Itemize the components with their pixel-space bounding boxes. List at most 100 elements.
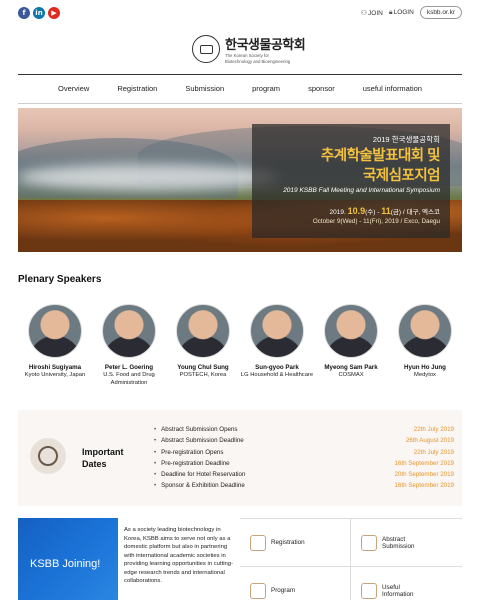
login-label: LOGIN — [393, 8, 414, 16]
alarm-clock-icon — [30, 438, 66, 474]
speaker-card[interactable]: Myeong Sam Park COSMAX — [314, 304, 388, 387]
hero-date-korean: 2019. 10.9(수) - 11(금) / 대구, 엑스코 — [252, 206, 440, 216]
date-value: 22th July 2019 — [413, 426, 454, 433]
date-label: Sponsor & Exhibition Deadline — [154, 480, 245, 491]
speaker-affiliation: LG Household & Healthcare — [240, 372, 314, 378]
important-dates-title-line1: Important — [82, 447, 124, 457]
user-icon: ⚇ — [360, 9, 368, 17]
date-value: 16th September 2019 — [394, 459, 454, 467]
important-dates-section: Important Dates Abstract Submission Open… — [18, 410, 462, 506]
hero-date-end: 11 — [381, 206, 391, 217]
speaker-photo — [324, 304, 378, 358]
date-label: Abstract Submission Deadline — [154, 435, 244, 446]
info-icon — [361, 582, 377, 599]
list-item: Deadline for Hotel Reservation 20th Septe… — [154, 469, 454, 480]
speaker-affiliation: Kyoto University, Japan — [24, 372, 86, 378]
dates-list: Abstract Submission Opens22th July 2019 … — [154, 424, 454, 492]
hero-date-english: October 9(Wed) - 11(Fri), 2019 / Exco, D… — [312, 218, 440, 226]
date-label: Abstract Submission Opens — [154, 424, 237, 435]
speaker-card[interactable]: Hyun Ho Jung Medytox — [388, 304, 462, 387]
speakers-section-title: Plenary Speakers — [18, 274, 102, 285]
hero-text-panel: 2019 한국생물공학회 추계학술발표대회 및 국제심포지엄 2019 KSBB… — [252, 124, 450, 238]
speaker-photo — [250, 304, 304, 358]
ksbb-joining-label: KSBB Joining! — [30, 558, 101, 570]
quick-link-abstract-submission[interactable]: Abstract Submission — [351, 519, 462, 567]
social-links: f in ▶ — [18, 7, 60, 19]
speaker-affiliation: U.S. Food and Drug Administration — [103, 372, 155, 386]
hero-date-prefix: 2019. — [329, 209, 346, 217]
quick-link-label: Program — [271, 587, 296, 594]
speaker-name: Young Chul Sung — [177, 364, 229, 371]
logo-korean-name: 한국생물공학회 — [225, 37, 306, 52]
speaker-photo — [28, 304, 82, 358]
logo-english-name-line2: Biotechnology and Bioengineering — [225, 58, 291, 64]
list-item: Pre-registration Deadline 16th September … — [154, 458, 454, 469]
date-label: Pre-registration Deadline — [154, 458, 229, 469]
linkedin-icon[interactable]: in — [33, 7, 45, 19]
hero-title-line1: 추계학술발표대회 및 — [320, 148, 441, 164]
ksbb-joining-banner[interactable]: KSBB Joining! — [18, 518, 118, 600]
speaker-card[interactable]: Sun-gyoo Park LG Household & Healthcare — [240, 304, 314, 387]
lock-icon: 🔒︎ — [388, 8, 393, 16]
facebook-icon[interactable]: f — [18, 7, 30, 19]
speaker-affiliation: Medytox — [414, 372, 436, 378]
quick-link-label: Useful Information — [382, 583, 414, 598]
speaker-name: Sun-gyoo Park — [255, 364, 299, 371]
speaker-affiliation: COSMAX — [338, 372, 364, 378]
quick-link-registration[interactable]: Registration — [240, 519, 351, 567]
date-value: 16th September 2019 — [394, 482, 454, 490]
program-icon — [250, 582, 266, 599]
hero-date-mid: (수) - — [365, 209, 382, 217]
hero-event-line: 2019 한국생물공학회 — [372, 135, 440, 144]
join-link[interactable]: ⚇JOIN — [361, 9, 383, 17]
login-link[interactable]: 🔒︎LOGIN — [389, 9, 414, 17]
speaker-name: Myeong Sam Park — [324, 364, 378, 371]
quick-link-label: Abstract Submission — [382, 535, 415, 550]
registration-icon — [250, 534, 266, 551]
list-item: Abstract Submission Opens 22th July 2019 — [154, 424, 454, 435]
ksbb-description: As a society leading biotechnology in Ko… — [124, 527, 234, 585]
speaker-card[interactable]: Hiroshi Sugiyama Kyoto University, Japan — [18, 304, 92, 387]
speaker-card[interactable]: Young Chul Sung POSTECH, Korea — [166, 304, 240, 387]
site-link-button[interactable]: ksbb.or.kr — [419, 6, 462, 19]
important-dates-title: Important Dates — [82, 446, 124, 470]
speakers-list: Hiroshi Sugiyama Kyoto University, Japan … — [18, 304, 462, 387]
quick-link-label: Registration — [271, 539, 305, 546]
site-logo[interactable]: 한국생물공학회 The Korean Society for Biotechno… — [192, 34, 306, 64]
youtube-icon[interactable]: ▶ — [48, 7, 60, 19]
date-value: 20th September 2019 — [394, 471, 454, 479]
speaker-name: Peter L. Goering — [104, 364, 154, 371]
speaker-photo — [102, 304, 156, 358]
list-item: Sponsor & Exhibition Deadline 16th Septem… — [154, 480, 454, 491]
speaker-name: Hiroshi Sugiyama — [28, 364, 82, 371]
list-item: Pre-registration Opens 22th July 2019 — [154, 447, 454, 458]
date-label: Pre-registration Opens — [154, 447, 223, 458]
nav-program[interactable]: program — [238, 75, 294, 103]
speaker-affiliation: POSTECH, Korea — [179, 372, 227, 378]
main-nav: Overview Registration Submission program… — [18, 74, 462, 104]
speaker-card[interactable]: Peter L. Goering U.S. Food and Drug Admin… — [92, 304, 166, 387]
quick-links: Registration Abstract Submission Program… — [240, 518, 462, 600]
utility-links: ⚇JOIN 🔒︎LOGIN ksbb.or.kr — [361, 6, 462, 19]
important-dates-title-line2: Dates — [82, 459, 107, 470]
list-item: Abstract Submission Deadline 26th August … — [154, 435, 454, 446]
nav-overview[interactable]: Overview — [44, 75, 103, 103]
hero-date-start: 10.9 — [347, 206, 366, 217]
society-emblem-icon — [192, 35, 220, 64]
speaker-name: Hyun Ho Jung — [404, 364, 446, 371]
abstract-submission-icon — [361, 534, 377, 551]
join-label: JOIN — [368, 9, 383, 17]
hero-subtitle: 2019 KSBB Fall Meeting and International… — [283, 187, 440, 195]
quick-link-program[interactable]: Program — [240, 567, 351, 600]
nav-registration[interactable]: Registration — [103, 75, 171, 103]
nav-sponsor[interactable]: sponsor — [294, 75, 349, 103]
date-label: Deadline for Hotel Reservation — [154, 469, 245, 480]
date-value: 26th August 2019 — [405, 437, 454, 445]
top-bar: f in ▶ ⚇JOIN 🔒︎LOGIN ksbb.or.kr — [0, 0, 480, 26]
nav-useful-information[interactable]: useful information — [349, 75, 436, 103]
quick-link-useful-information[interactable]: Useful Information — [351, 567, 462, 600]
nav-submission[interactable]: Submission — [171, 75, 238, 103]
speaker-photo — [398, 304, 452, 358]
hero-mist — [18, 164, 278, 190]
date-value: 22th July 2019 — [413, 448, 454, 456]
